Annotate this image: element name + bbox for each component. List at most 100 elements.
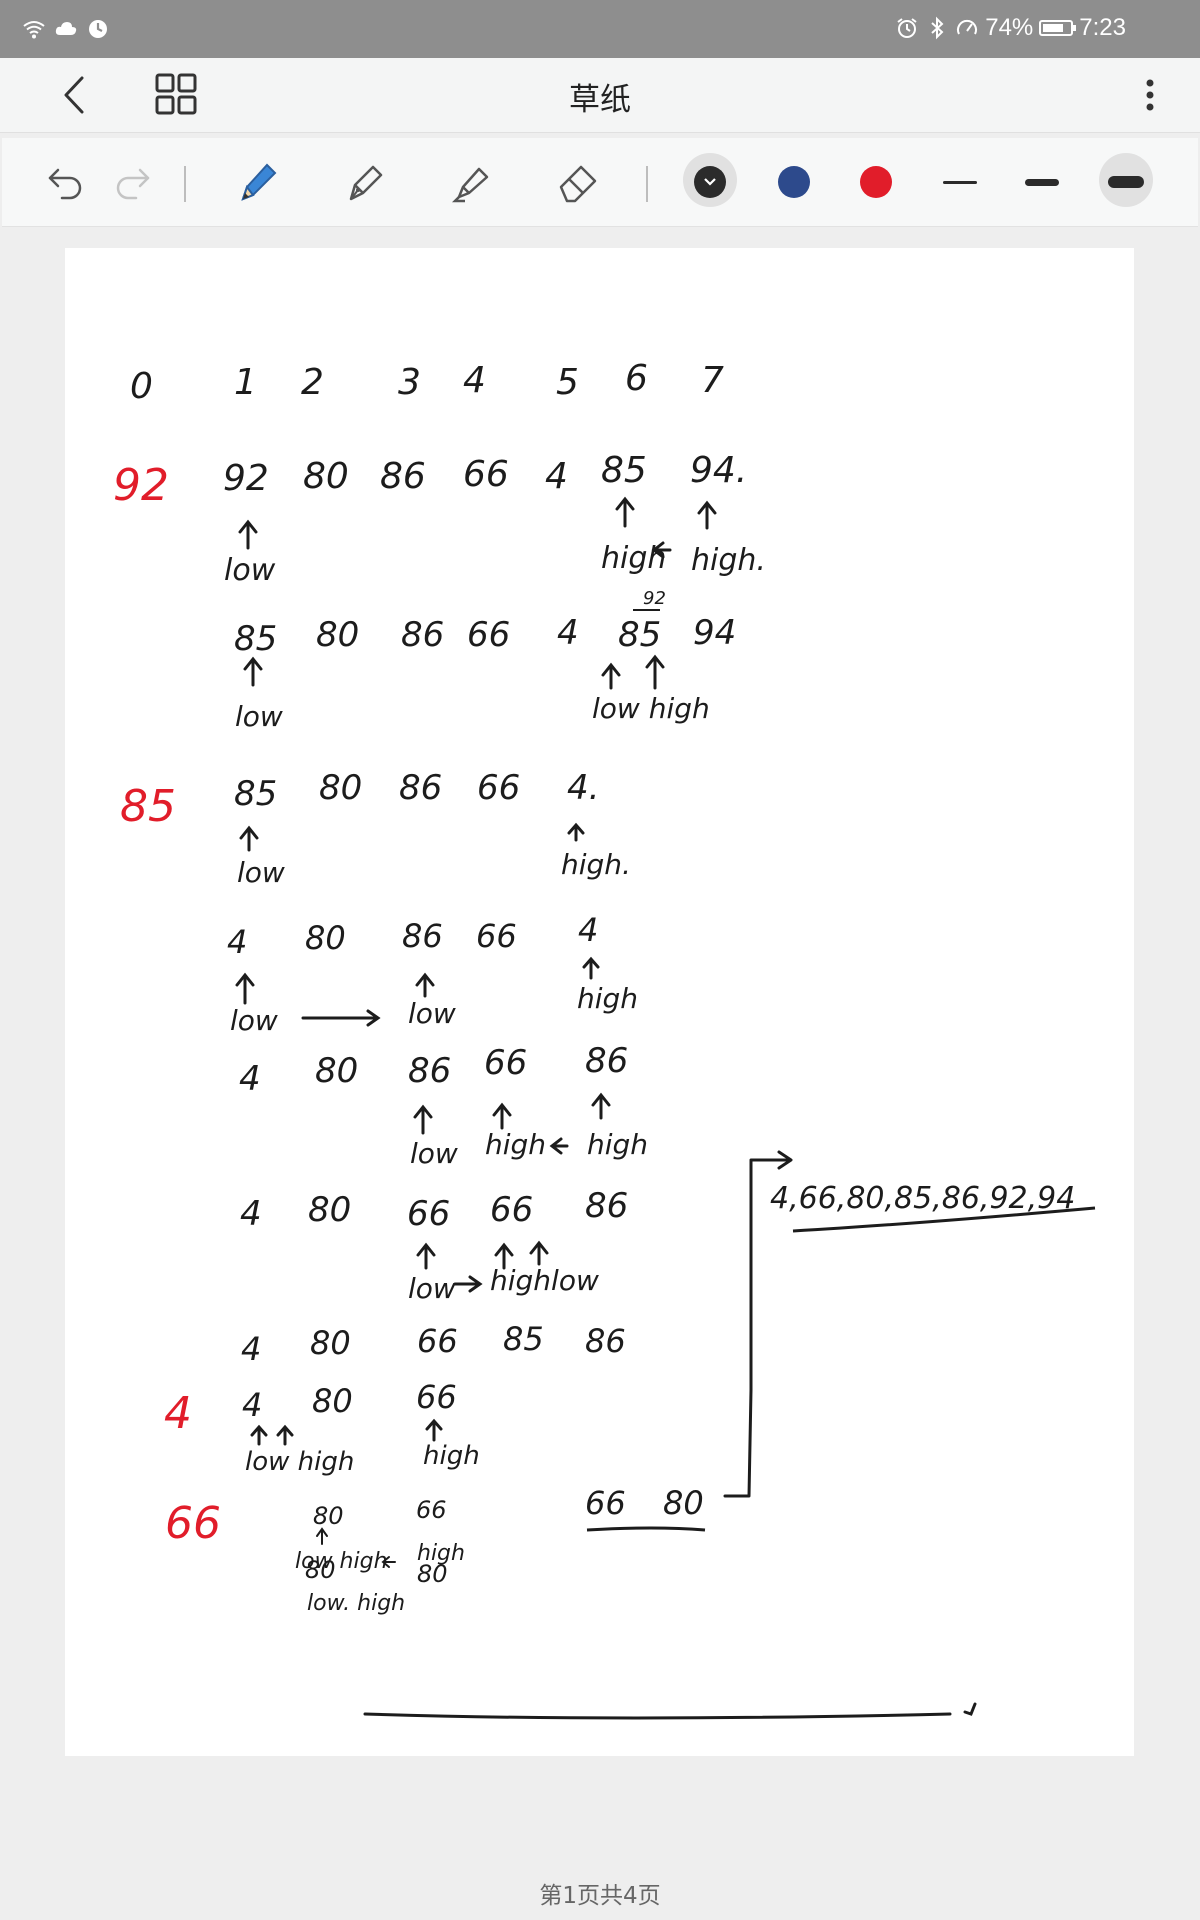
highlighter-icon xyxy=(451,167,489,203)
array-value: 85 xyxy=(234,774,277,814)
stroke-medium-icon xyxy=(1025,178,1059,186)
pointer-label: high xyxy=(577,982,638,1015)
pivot-label: 66 xyxy=(165,1498,221,1549)
sorted-result: 4,66,80,85,86,92,94 xyxy=(770,1181,1075,1216)
pivot-label: 4 xyxy=(164,1388,192,1439)
back-arrow-icon xyxy=(64,76,84,114)
pencil-tool-button[interactable] xyxy=(228,152,288,212)
array-value: 66 xyxy=(477,768,520,808)
highlighter-tool-button[interactable] xyxy=(442,152,502,212)
array-value: 66 xyxy=(416,1378,457,1416)
pointer-label: high xyxy=(587,1128,648,1161)
array-value: 85 xyxy=(234,619,277,659)
pivot-label: 92 xyxy=(113,460,169,511)
more-options-button[interactable] xyxy=(1138,70,1162,120)
status-bar: 74% 7:23 xyxy=(0,0,1200,58)
array-value: 86 xyxy=(585,1322,626,1360)
color-blue-button[interactable] xyxy=(764,152,824,212)
array-value: 80 xyxy=(310,1324,351,1362)
redo-button[interactable] xyxy=(102,152,162,212)
index-label: 7 xyxy=(701,360,724,401)
fountain-pen-tool-button[interactable] xyxy=(336,152,396,212)
alarm-icon xyxy=(897,18,917,38)
chevron-down-icon xyxy=(704,178,716,186)
pointer-label: low xyxy=(224,553,276,588)
pencil-icon xyxy=(241,163,277,201)
sync-icon xyxy=(89,20,107,38)
array-value: 85 xyxy=(601,450,647,491)
stroke-thin-icon xyxy=(943,180,977,184)
array-value: 80 xyxy=(312,1382,353,1420)
array-value: 66 xyxy=(484,1043,527,1083)
note-canvas[interactable]: 0 1 2 3 4 5 6 7 92 85 4 66 92 80 86 66 4… xyxy=(65,248,1134,1756)
color-black-button[interactable] xyxy=(680,152,740,212)
array-value: 66 xyxy=(463,454,509,495)
status-right: 74% 7:23 xyxy=(895,14,1126,42)
pointer-label: high xyxy=(601,541,666,576)
eraser-tool-button[interactable] xyxy=(548,152,608,212)
array-value: 4 xyxy=(557,613,579,653)
pointer-label: low xyxy=(237,856,285,889)
color-blue-swatch xyxy=(778,166,810,198)
index-label: 1 xyxy=(234,362,257,403)
battery-percent: 74% xyxy=(985,14,1034,41)
array-value: 86 xyxy=(402,917,443,955)
pointer-label: low xyxy=(408,1272,456,1305)
pointer-label: high xyxy=(417,1541,465,1566)
index-label: 4 xyxy=(463,360,486,401)
array-value: 80 xyxy=(315,1051,358,1091)
array-value: 4 xyxy=(227,923,247,961)
stroke-thin-button[interactable] xyxy=(930,152,990,212)
undo-button[interactable] xyxy=(36,152,96,212)
pointer-label: high. xyxy=(561,848,631,881)
array-value: 86 xyxy=(399,768,442,808)
array-value: 4 xyxy=(578,911,598,949)
stroke-medium-button[interactable] xyxy=(1012,152,1072,212)
pointer-label: low. high xyxy=(307,1591,405,1616)
array-value: 66 xyxy=(490,1190,533,1230)
speed-gauge-icon xyxy=(957,19,978,35)
fountain-pen-icon xyxy=(349,165,383,201)
pointer-label: low xyxy=(410,1137,458,1170)
array-value: 80 xyxy=(305,919,346,957)
index-label: 5 xyxy=(556,362,579,403)
array-value: 66 xyxy=(417,1322,458,1360)
pointer-label: highlow xyxy=(490,1264,599,1297)
color-red-button[interactable] xyxy=(846,152,906,212)
index-label: 2 xyxy=(301,362,324,403)
pointer-label: low xyxy=(408,997,456,1030)
array-value: 66 xyxy=(416,1496,447,1524)
array-value: 86 xyxy=(380,456,426,497)
more-vertical-icon xyxy=(1146,79,1154,111)
clock: 7:23 xyxy=(1079,14,1126,41)
swap-note: 92 xyxy=(643,588,666,609)
undo-icon xyxy=(48,168,82,200)
array-value: 85 xyxy=(618,615,661,655)
page-grid-button[interactable] xyxy=(152,70,202,120)
array-value: 94. xyxy=(690,450,747,491)
battery-icon xyxy=(1039,20,1077,36)
back-button[interactable] xyxy=(52,68,102,122)
pointer-label: low high xyxy=(245,1447,354,1477)
array-value: 80 xyxy=(319,768,362,808)
bluetooth-icon xyxy=(931,16,944,40)
array-value: 66 xyxy=(467,615,510,655)
array-value: 92 xyxy=(223,458,269,499)
pointer-label: low high xyxy=(592,692,710,725)
color-black-swatch xyxy=(694,166,726,198)
grid-icon xyxy=(155,73,197,115)
array-value: 80 xyxy=(663,1484,704,1522)
pointer-label: low high xyxy=(295,1549,388,1574)
stroke-thick-button[interactable] xyxy=(1096,152,1156,212)
pointer-label: high xyxy=(423,1441,480,1471)
status-left-icons xyxy=(22,17,110,41)
array-value: 66 xyxy=(585,1484,626,1522)
color-red-swatch xyxy=(860,166,892,198)
array-value: 86 xyxy=(408,1051,451,1091)
eraser-icon xyxy=(559,165,597,203)
wifi-icon xyxy=(23,21,45,39)
stroke-thick-icon xyxy=(1108,176,1144,188)
array-value: 85 xyxy=(503,1320,544,1358)
pointer-label: low xyxy=(230,1004,278,1037)
array-value: 80 xyxy=(313,1502,344,1530)
